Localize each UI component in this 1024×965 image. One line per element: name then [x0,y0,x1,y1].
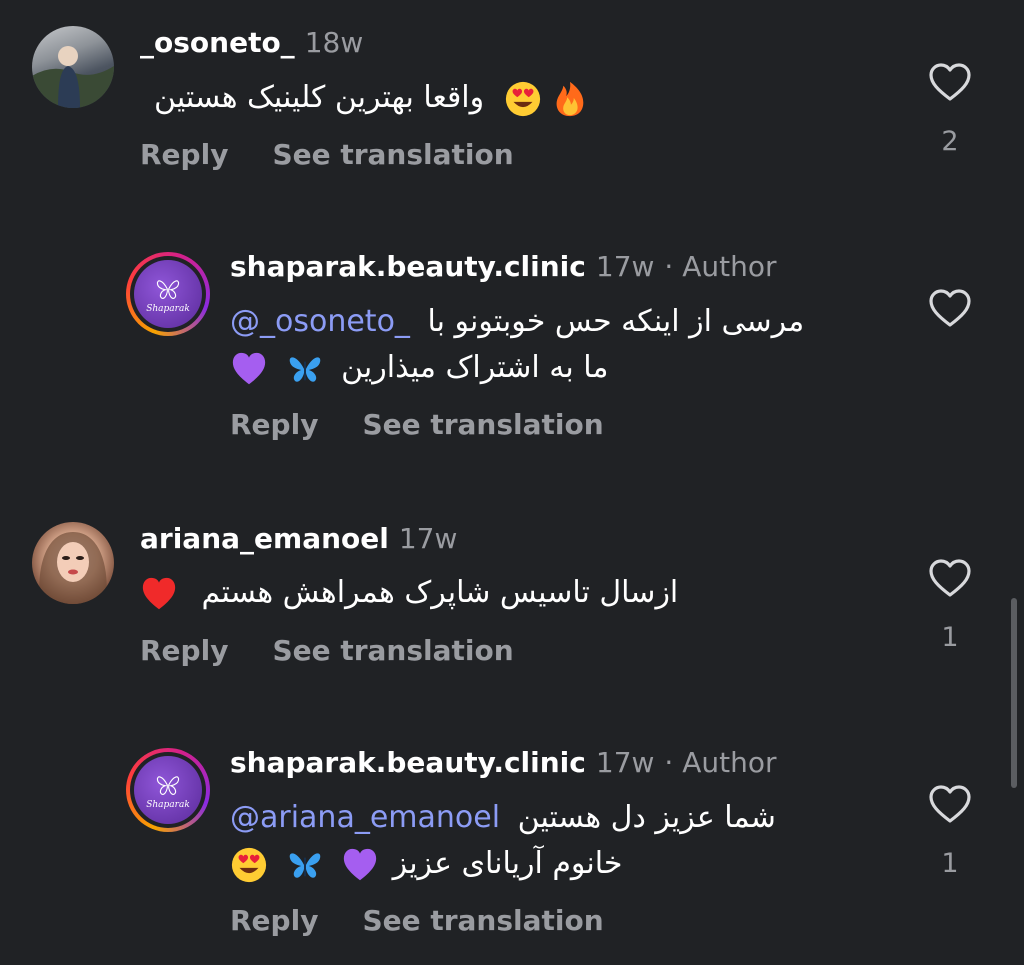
avatar[interactable] [32,522,114,604]
author-badge: · Author [664,746,777,779]
like-count: 1 [941,622,959,653]
reply-button[interactable]: Reply [140,138,228,171]
comment-header: shaparak.beauty.clinic 17w · Author [230,250,777,284]
comment-actions: Reply See translation [140,138,514,172]
heart-outline-icon[interactable] [928,784,972,824]
like-count: 2 [941,126,959,157]
see-translation-button[interactable]: See translation [272,138,513,171]
clinic-logo: Shaparak [134,756,202,824]
comment-text-content: مرسی از اینکه حس خوبتونو با [427,304,805,339]
comment-text-line-2: ما به اشتراک میذارین [230,348,609,388]
logo-text: Shaparak [146,303,190,314]
comment-text-line-1: @ariana_emanoel شما عزیز دل هستین [230,798,776,838]
avatar-inner: Shaparak [130,256,206,332]
butterfly-logo-icon [154,275,182,303]
timestamp: 17w [595,250,655,283]
clinic-logo: Shaparak [134,260,202,328]
comment-text-content: ازسال تاسیس شاپرک همراهش هستم [201,575,679,610]
username[interactable]: shaparak.beauty.clinic [230,250,586,283]
heart-eyes-emoji [230,846,268,884]
comment-text-line-2: خانوم آریانای عزیز [230,844,622,884]
comment-text-content: شما عزیز دل هستین [517,800,776,835]
butterfly-logo-icon [154,771,182,799]
logo-text: Shaparak [146,799,190,810]
reply-button[interactable]: Reply [230,904,318,937]
butterfly-emoji [286,846,324,884]
see-translation-button[interactable]: See translation [272,634,513,667]
avatar-photo [39,532,107,604]
avatar[interactable]: Shaparak [126,252,210,336]
fire-emoji [551,80,589,118]
username[interactable]: _osoneto_ [140,26,295,59]
timestamp: 17w [398,522,458,555]
reply-button[interactable]: Reply [140,634,228,667]
butterfly-emoji [286,350,324,388]
avatar[interactable] [32,26,114,108]
heart-outline-icon[interactable] [928,558,972,598]
comment-text-content: ما به اشتراک میذارین [341,350,609,385]
username[interactable]: ariana_emanoel [140,522,389,555]
author-badge: · Author [664,250,777,283]
heart-outline-icon[interactable] [928,62,972,102]
red-heart-emoji [140,575,178,613]
heart-eyes-emoji [504,80,542,118]
comment-header: ariana_emanoel 17w [140,522,457,556]
like-count: 1 [941,848,959,879]
comment-text-content: خانوم آریانای عزیز [392,846,623,881]
mention-link[interactable]: @_osoneto_ [230,304,410,339]
timestamp: 18w [304,26,364,59]
comment-text-content: واقعا بهترین کلینیک هستین [154,80,485,115]
comment-actions: Reply See translation [140,634,514,668]
purple-heart-emoji [341,846,379,884]
avatar[interactable]: Shaparak [126,748,210,832]
purple-heart-emoji [230,350,268,388]
reply-button[interactable]: Reply [230,408,318,441]
comment-text-line-1: @_osoneto_ مرسی از اینکه حس خوبتونو با [230,302,804,342]
avatar-inner: Shaparak [130,752,206,828]
see-translation-button[interactable]: See translation [362,904,603,937]
comment-header: shaparak.beauty.clinic 17w · Author [230,746,777,780]
timestamp: 17w [595,746,655,779]
username[interactable]: shaparak.beauty.clinic [230,746,586,779]
heart-outline-icon[interactable] [928,288,972,328]
comment-actions: Reply See translation [230,408,604,442]
scrollbar[interactable] [1011,598,1017,788]
comment-text: ازسال تاسیس شاپرک همراهش هستم [140,573,678,613]
comment-actions: Reply See translation [230,904,604,938]
comment-header: _osoneto_ 18w [140,26,363,60]
see-translation-button[interactable]: See translation [362,408,603,441]
mention-link[interactable]: @ariana_emanoel [230,800,500,835]
comment-text: واقعا بهترین کلینیک هستین [140,78,660,118]
avatar-photo [32,46,114,108]
